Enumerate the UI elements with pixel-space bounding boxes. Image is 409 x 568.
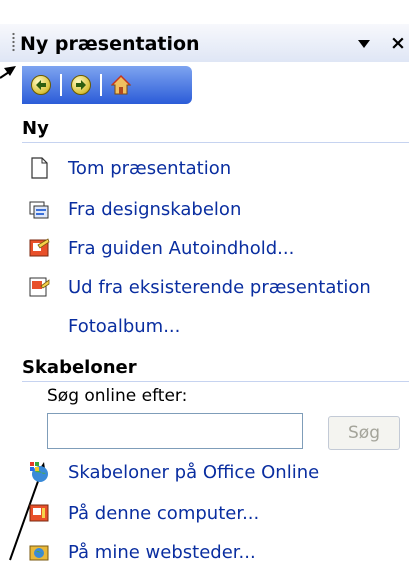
blank-document-icon <box>28 157 50 179</box>
task-pane-title: Ny præsentation <box>20 33 200 55</box>
section-new: Ny <box>22 116 409 143</box>
computer-templates-icon <box>28 502 50 524</box>
forward-button[interactable] <box>68 72 94 98</box>
link-photo-album[interactable]: Fotoalbum... <box>68 311 180 341</box>
office-online-globe-icon <box>28 461 50 483</box>
new-presentation-task-pane: Ny præsentation × Ny Tom præsentation Fr… <box>0 0 409 568</box>
back-button[interactable] <box>28 72 54 98</box>
link-label: På mine websteder... <box>68 541 256 563</box>
link-label: Fra guiden Autoindhold... <box>68 237 295 259</box>
section-templates: Skabeloner <box>22 355 409 382</box>
link-label: Fotoalbum... <box>68 315 181 337</box>
navigation-toolbar <box>22 66 192 104</box>
link-label: Skabeloner på Office Online <box>68 461 320 483</box>
toolbar-separator <box>60 74 62 96</box>
link-blank-presentation[interactable]: Tom præsentation <box>28 153 231 183</box>
website-icon <box>28 541 50 563</box>
section-templates-title: Skabeloner <box>22 355 409 382</box>
existing-presentation-icon <box>28 276 50 298</box>
search-button[interactable]: Søg <box>328 416 400 450</box>
wizard-icon <box>28 237 50 259</box>
dropdown-arrow-icon[interactable] <box>358 40 370 48</box>
link-templates-office-online[interactable]: Skabeloner på Office Online <box>28 457 319 487</box>
toolbar-separator <box>100 74 102 96</box>
link-label: Fra designskabelon <box>68 198 242 220</box>
search-online-label: Søg online efter: <box>47 386 188 406</box>
link-on-my-websites[interactable]: På mine websteder... <box>28 537 256 567</box>
link-from-design-template[interactable]: Fra designskabelon <box>28 194 241 224</box>
forward-arrow-icon <box>71 75 91 95</box>
link-label: Tom præsentation <box>68 157 232 179</box>
link-from-existing-presentation[interactable]: Ud fra eksisterende præsentation <box>28 272 371 302</box>
grip-handle-icon[interactable] <box>12 32 15 52</box>
home-icon <box>110 75 132 95</box>
section-new-title: Ny <box>22 116 409 143</box>
home-button[interactable] <box>108 72 134 98</box>
back-arrow-icon <box>31 75 51 95</box>
link-on-this-computer[interactable]: På denne computer... <box>28 498 259 528</box>
link-autocontent-wizard[interactable]: Fra guiden Autoindhold... <box>28 233 294 263</box>
search-online-input[interactable] <box>47 413 303 449</box>
close-icon[interactable]: × <box>390 32 406 54</box>
task-pane-title-bar: Ny præsentation × <box>0 24 409 62</box>
design-template-icon <box>28 198 50 220</box>
link-label: På denne computer... <box>68 502 260 524</box>
link-label: Ud fra eksisterende præsentation <box>68 276 371 298</box>
